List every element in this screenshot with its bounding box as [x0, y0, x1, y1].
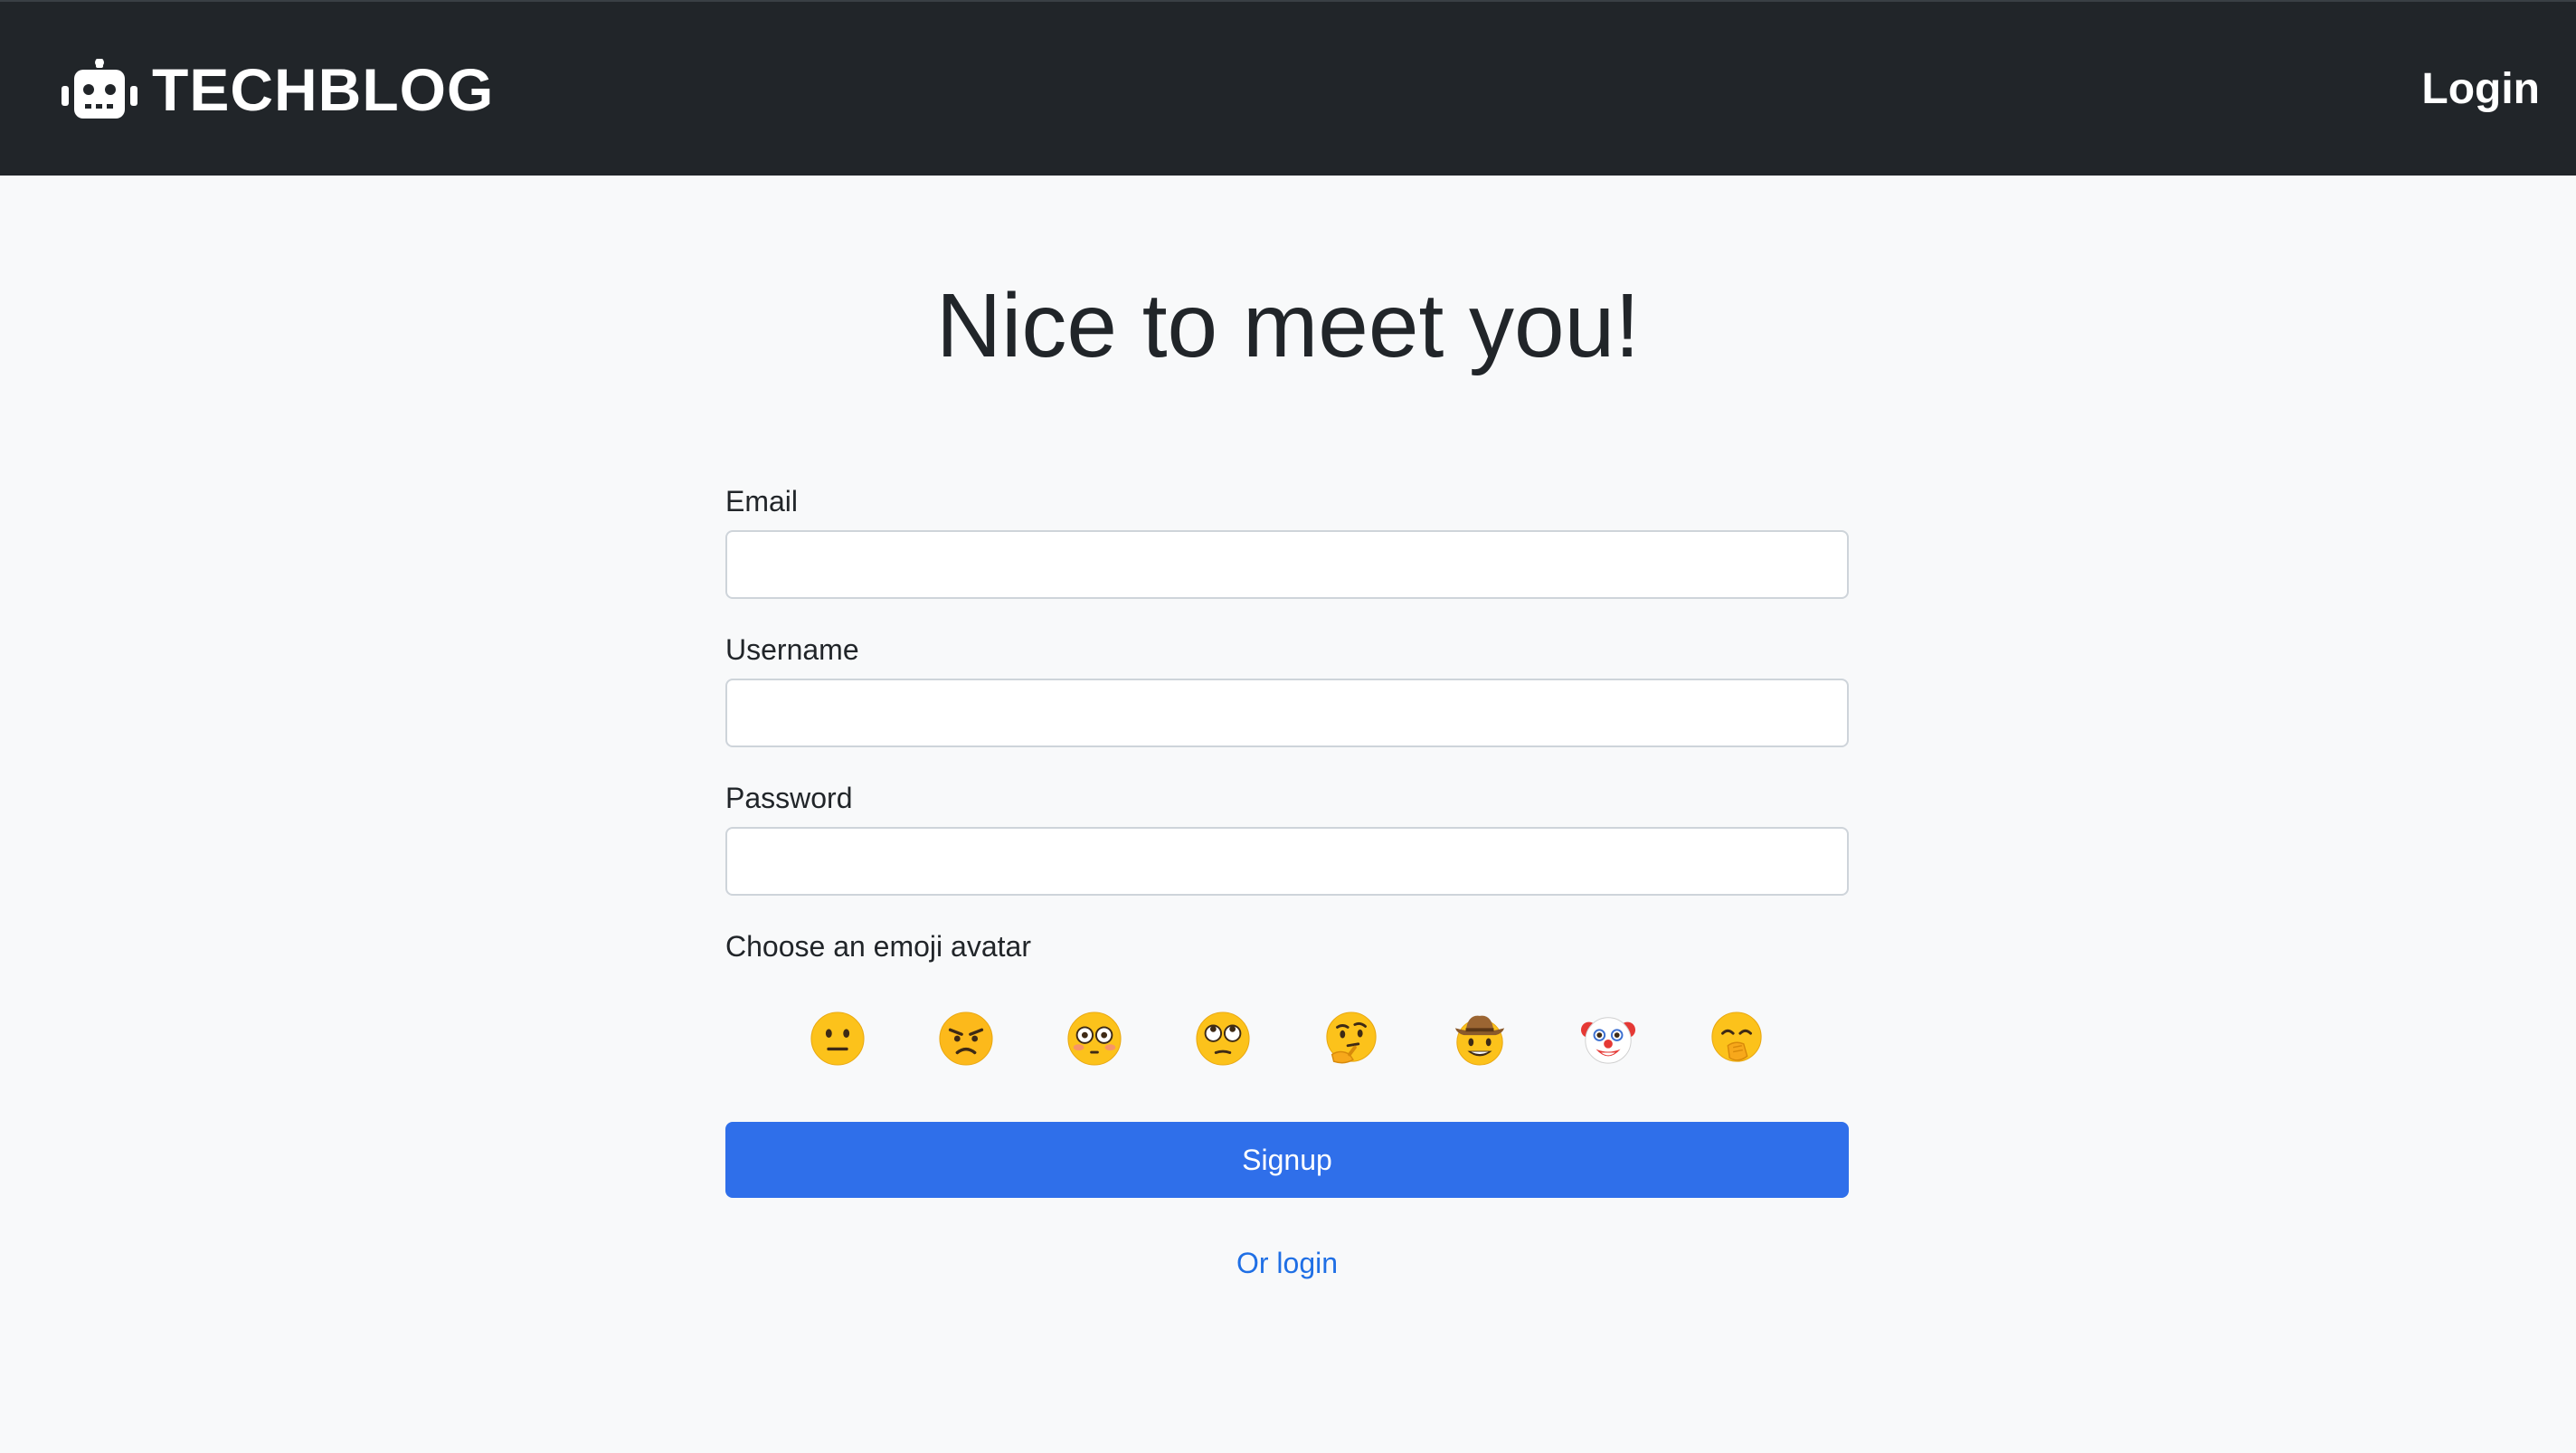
username-group: Username — [725, 628, 1849, 747]
brand-link[interactable]: TECHBLOG — [62, 54, 494, 125]
flushed-face-icon — [1067, 1011, 1122, 1066]
cowboy-face-emoji[interactable] — [1452, 1011, 1508, 1067]
clown-face-emoji[interactable] — [1580, 1011, 1636, 1067]
emoji-avatar-label: Choose an emoji avatar — [725, 930, 1031, 963]
password-group: Password — [725, 776, 1849, 896]
password-label: Password — [725, 782, 853, 814]
thinking-face-icon — [1326, 1011, 1377, 1064]
username-label: Username — [725, 633, 859, 666]
angry-face-emoji[interactable] — [938, 1011, 994, 1067]
neutral-face-icon — [810, 1011, 865, 1066]
or-login-link[interactable]: Or login — [725, 1241, 1849, 1285]
username-field[interactable] — [725, 679, 1849, 747]
rolling-eyes-face-icon — [1196, 1011, 1250, 1066]
hand-over-mouth-face-icon — [1711, 1011, 1762, 1062]
email-group: Email — [725, 480, 1849, 599]
neutral-face-emoji[interactable] — [810, 1011, 866, 1067]
face-with-hand-over-mouth-emoji[interactable] — [1709, 1011, 1765, 1067]
cowboy-face-icon — [1454, 1015, 1505, 1066]
angry-face-icon — [939, 1011, 993, 1066]
flushed-face-emoji[interactable] — [1066, 1011, 1122, 1067]
thinking-face-emoji[interactable] — [1323, 1011, 1379, 1067]
emoji-avatar-picker — [725, 984, 1849, 1093]
page-title: Nice to meet you! — [935, 275, 1641, 376]
rolling-eyes-face-emoji[interactable] — [1195, 1011, 1251, 1067]
signup-button[interactable]: Signup — [725, 1122, 1849, 1198]
signup-form: Email Username Password Choose an emoji … — [725, 480, 1849, 1285]
password-field[interactable] — [725, 827, 1849, 896]
email-field[interactable] — [725, 530, 1849, 599]
navbar: TECHBLOG Login — [0, 0, 2576, 176]
brand-name: TECHBLOG — [152, 56, 495, 123]
clown-face-icon — [1580, 1017, 1636, 1064]
robot-icon — [62, 59, 137, 119]
nav-login-link[interactable]: Login — [2421, 60, 2540, 119]
email-label: Email — [725, 485, 799, 518]
